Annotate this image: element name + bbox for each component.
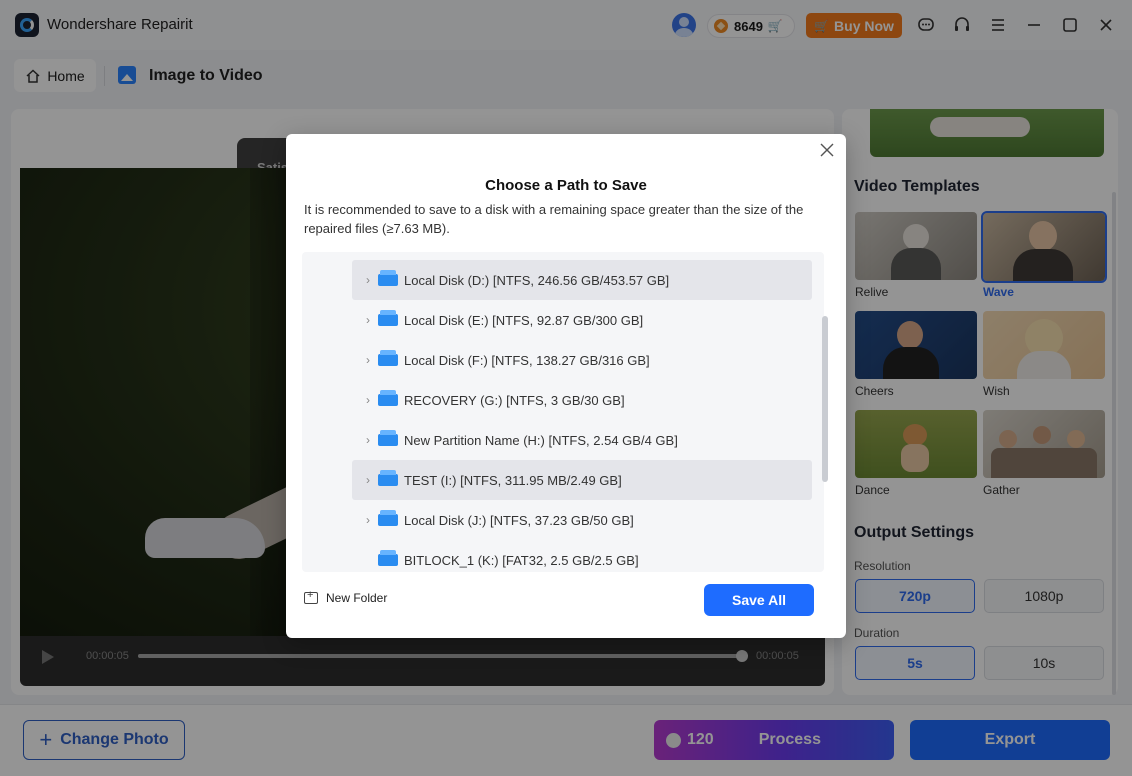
disk-label: BITLOCK_1 (K:) [FAT32, 2.5 GB/2.5 GB]	[404, 552, 639, 568]
disk-icon	[378, 510, 398, 526]
disk-icon	[378, 430, 398, 446]
disk-icon	[378, 470, 398, 486]
chevron-right-icon[interactable]: ›	[352, 433, 370, 447]
disk-label: TEST (I:) [NTFS, 311.95 MB/2.49 GB]	[404, 472, 622, 488]
disk-item[interactable]: › New Partition Name (H:) [NTFS, 2.54 GB/…	[352, 420, 812, 460]
disk-item[interactable]: › Local Disk (J:) [NTFS, 37.23 GB/50 GB]	[352, 500, 812, 540]
close-icon[interactable]	[818, 142, 836, 160]
disk-item[interactable]: › TEST (I:) [NTFS, 311.95 MB/2.49 GB]	[352, 460, 812, 500]
disk-label: Local Disk (J:) [NTFS, 37.23 GB/50 GB]	[404, 512, 634, 528]
disk-item[interactable]: › RECOVERY (G:) [NTFS, 3 GB/30 GB]	[352, 380, 812, 420]
disk-icon	[378, 310, 398, 326]
save-all-button[interactable]: Save All	[704, 584, 814, 616]
dialog-description: It is recommended to save to a disk with…	[304, 202, 804, 236]
disk-label: New Partition Name (H:) [NTFS, 2.54 GB/4…	[404, 432, 678, 448]
disk-label: RECOVERY (G:) [NTFS, 3 GB/30 GB]	[404, 392, 625, 408]
disk-icon	[378, 550, 398, 566]
chevron-right-icon[interactable]: ›	[352, 313, 370, 327]
dialog-title: Choose a Path to Save	[485, 177, 647, 194]
disk-item[interactable]: › Local Disk (F:) [NTFS, 138.27 GB/316 GB…	[352, 340, 812, 380]
disk-label: Local Disk (D:) [NTFS, 246.56 GB/453.57 …	[404, 272, 670, 288]
disk-icon	[378, 350, 398, 366]
chevron-right-icon[interactable]: ›	[352, 473, 370, 487]
disk-label: Local Disk (E:) [NTFS, 92.87 GB/300 GB]	[404, 312, 644, 328]
disk-list-scrollbar[interactable]	[822, 316, 828, 482]
disk-item[interactable]: › Local Disk (E:) [NTFS, 92.87 GB/300 GB]	[352, 300, 812, 340]
new-folder-label: New Folder	[326, 591, 388, 605]
disk-icon	[378, 270, 398, 286]
chevron-right-icon[interactable]: ›	[352, 353, 370, 367]
save-path-dialog: Choose a Path to Save It is recommended …	[286, 134, 846, 638]
disk-label: Local Disk (F:) [NTFS, 138.27 GB/316 GB]	[404, 352, 650, 368]
new-folder-icon	[304, 589, 318, 604]
disk-item[interactable]: BITLOCK_1 (K:) [FAT32, 2.5 GB/2.5 GB]	[352, 540, 812, 572]
new-folder-button[interactable]: New Folder	[304, 589, 388, 605]
disk-icon	[378, 390, 398, 406]
disk-list: › Local Disk (D:) [NTFS, 246.56 GB/453.57…	[302, 252, 824, 572]
disk-item[interactable]: › Local Disk (D:) [NTFS, 246.56 GB/453.57…	[352, 260, 812, 300]
chevron-right-icon[interactable]: ›	[352, 273, 370, 287]
chevron-right-icon[interactable]: ›	[352, 393, 370, 407]
chevron-right-icon[interactable]: ›	[352, 513, 370, 527]
